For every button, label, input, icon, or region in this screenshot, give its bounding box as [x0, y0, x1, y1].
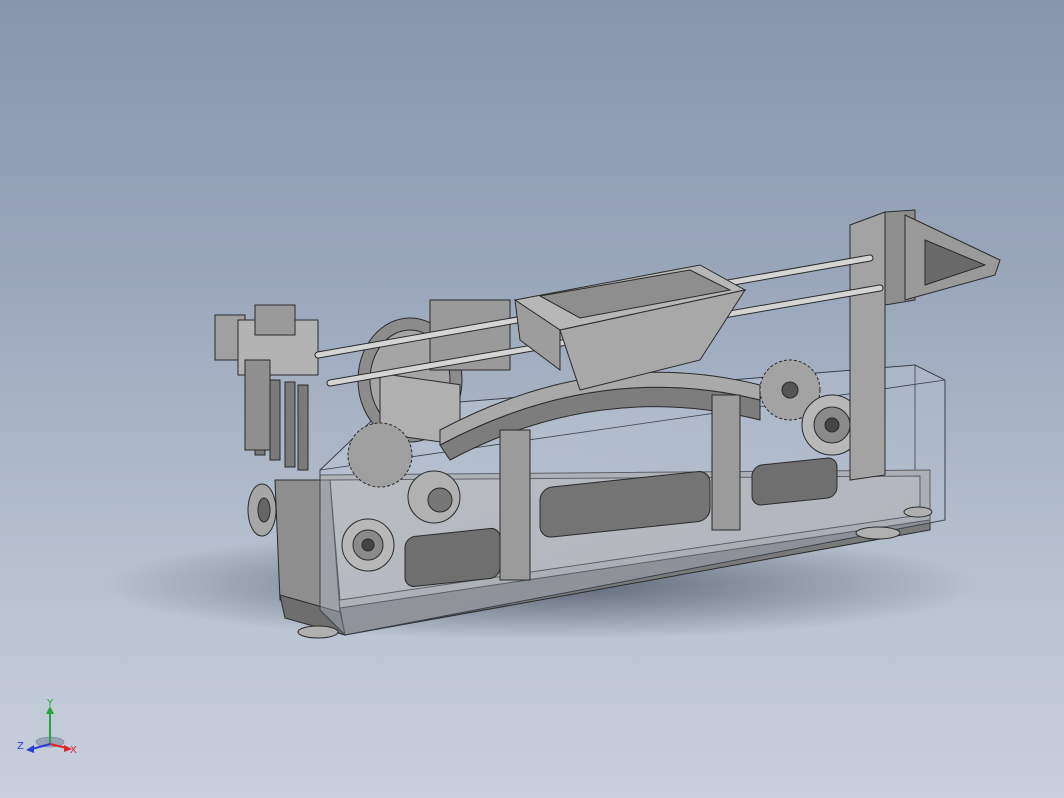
sliding-carriage[interactable]: [513, 264, 747, 391]
graphics-viewport[interactable]: Y X Z: [0, 0, 1064, 798]
orientation-triad[interactable]: Y X Z: [12, 696, 82, 766]
z-axis-arrow: [26, 745, 34, 753]
z-axis-label: Z: [17, 741, 24, 752]
idler-pulley[interactable]: [407, 470, 461, 524]
side-handwheel[interactable]: [247, 483, 277, 537]
sprocket-gear-left[interactable]: [347, 422, 413, 488]
x-axis-label: X: [70, 745, 77, 756]
y-axis-label: Y: [46, 698, 54, 709]
left-gripper-head[interactable]: [214, 304, 319, 471]
machine-3d-model[interactable]: [0, 0, 1064, 798]
bearing-housing-left[interactable]: [341, 518, 395, 572]
